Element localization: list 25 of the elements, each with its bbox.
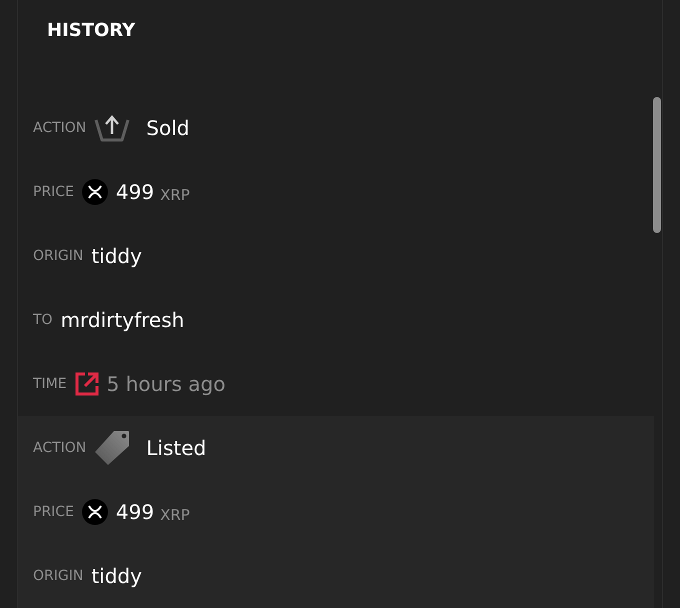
field-label: ACTION bbox=[33, 438, 86, 458]
username: tiddy bbox=[91, 563, 142, 590]
field-label: TIME bbox=[33, 374, 67, 394]
price-value: 499 bbox=[116, 179, 154, 206]
xrp-coin-icon bbox=[82, 179, 108, 205]
currency-label: XRP bbox=[160, 504, 190, 526]
xrp-coin-icon bbox=[82, 499, 108, 525]
field-label: TO bbox=[33, 310, 53, 330]
currency-label: XRP bbox=[160, 184, 190, 206]
field-label: PRICE bbox=[33, 182, 74, 202]
action-value: Sold bbox=[146, 115, 190, 142]
action-value: Listed bbox=[146, 435, 206, 462]
field-label: ORIGIN bbox=[33, 566, 84, 586]
basket-arrow-icon bbox=[94, 114, 130, 142]
tag-icon bbox=[94, 430, 130, 466]
external-link-icon bbox=[74, 372, 99, 396]
section-title: HISTORY bbox=[46, 19, 136, 43]
price-value: 499 bbox=[116, 499, 154, 526]
username: tiddy bbox=[91, 243, 142, 270]
field-label: ACTION bbox=[33, 118, 86, 138]
time-value: 5 hours ago bbox=[106, 371, 226, 398]
field-label: PRICE bbox=[33, 502, 74, 522]
field-label: ORIGIN bbox=[33, 246, 84, 266]
scrollbar-thumb[interactable] bbox=[653, 97, 661, 233]
username: mrdirtyfresh bbox=[60, 307, 184, 334]
